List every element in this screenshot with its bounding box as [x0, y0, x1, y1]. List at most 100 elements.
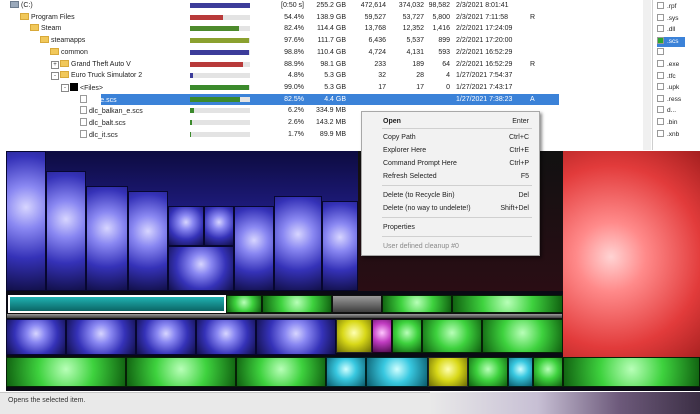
treemap-block[interactable] [168, 206, 204, 246]
tree-row[interactable]: steamapps 97.6% 111.7 GB 6,436 5,537 899 2/2/2… [6, 35, 640, 47]
menu-item-command-prompt-here[interactable]: Command Prompt Here Ctrl+P [362, 158, 539, 170]
tree-col-size: 114.4 GB [316, 25, 346, 33]
treemap-block[interactable] [452, 295, 563, 313]
extension-color-swatch-icon [657, 13, 664, 21]
folder-icon [60, 71, 69, 79]
treemap-block[interactable] [274, 196, 322, 291]
treemap-block[interactable] [236, 357, 326, 387]
tree-row[interactable]: + Grand Theft Auto V 88.9% 98.1 GB 233 189 64 2… [6, 59, 640, 71]
treemap-block[interactable] [6, 319, 66, 355]
treemap-block[interactable] [322, 201, 358, 291]
extension-item[interactable]: .tfc [657, 71, 676, 82]
treemap-block[interactable] [128, 191, 168, 291]
treemap-block[interactable] [482, 319, 563, 353]
treemap-block[interactable] [422, 319, 482, 353]
extension-list[interactable]: .rpf .sys .dll .scs .exe .tfc .upk .ress d... .bi… [652, 0, 700, 150]
treemap-block[interactable] [336, 319, 372, 353]
extension-color-swatch-icon [657, 94, 664, 102]
expand-icon[interactable]: + [51, 60, 59, 69]
treemap-block[interactable] [136, 319, 196, 355]
treemap-block[interactable] [332, 295, 382, 313]
tree-col-modified: 2/2/2021 16:52:29 [456, 60, 513, 68]
menu-item-open[interactable]: Open Enter [362, 116, 539, 128]
treemap-block[interactable] [326, 357, 366, 387]
tree-row[interactable]: dlc_balkan_e.scs 6.2% 334.9 MB [6, 105, 640, 117]
tree-scrollbar[interactable] [643, 0, 651, 150]
tree-row[interactable]: Steam 82.4% 114.4 GB 13,768 12,352 1,416 2/2/2… [6, 23, 640, 35]
treemap-block[interactable] [533, 357, 563, 387]
treemap-block[interactable] [46, 171, 86, 291]
extension-item[interactable] [657, 48, 667, 58]
extension-item[interactable]: .scs [657, 36, 685, 47]
extension-item[interactable]: .ress [657, 94, 682, 105]
folder-icon [30, 24, 39, 32]
treemap-block[interactable] [66, 319, 136, 355]
subtree-percentage-bar [190, 108, 250, 114]
tree-row[interactable]: dlc_balt.scs 2.6% 143.2 MB [6, 117, 640, 129]
treemap-block[interactable] [6, 151, 46, 291]
tree-row[interactable]: dlc_it.scs 1.7% 89.9 MB [6, 129, 640, 141]
treemap-block[interactable] [126, 357, 236, 387]
extension-item[interactable]: .rpf [657, 2, 676, 12]
treemap-block[interactable] [508, 357, 533, 387]
extension-item[interactable]: .bin [657, 118, 677, 128]
extension-label: .sys [667, 14, 679, 22]
treemap-block[interactable] [392, 319, 422, 353]
directory-tree-list[interactable]: (C:) [0:50 s] 255.2 GB 472,614 374,032 98,582… [6, 0, 640, 150]
treemap-block[interactable] [168, 246, 234, 291]
treemap-region-pink[interactable] [563, 151, 700, 386]
tree-col-percent: 1.7% [288, 130, 304, 138]
treemap-block[interactable] [382, 295, 452, 313]
treemap-block[interactable] [204, 206, 234, 246]
menu-item-label: Refresh Selected [383, 173, 437, 180]
treemap-block[interactable] [226, 295, 262, 313]
tree-row[interactable]: - <Files> 99.0% 5.3 GB 17 17 0 1/27/2021 7:43:1… [6, 82, 640, 94]
treemap-block[interactable] [6, 357, 126, 387]
collapse-icon[interactable]: - [51, 72, 59, 81]
menu-item-explorer-here[interactable]: Explorer Here Ctrl+E [362, 145, 539, 157]
extension-item[interactable]: d... [657, 106, 676, 116]
tree-row[interactable]: base.scs 82.5% 4.4 GB 1/27/2021 7:38:23 A [6, 93, 640, 106]
tree-row[interactable]: common 98.8% 110.4 GB 4,724 4,131 593 2/2/2021… [6, 47, 640, 59]
tree-col-percent: 99.0% [284, 83, 304, 91]
subtree-percentage-bar [190, 61, 250, 67]
treemap-block[interactable] [234, 206, 274, 291]
tree-col-size: 110.4 GB [316, 48, 346, 56]
menu-item-refresh-selected[interactable]: Refresh Selected F5 [362, 171, 539, 183]
menu-item-properties[interactable]: Properties [362, 222, 539, 234]
tree-row[interactable]: - Euro Truck Simulator 2 4.8% 5.3 GB 32 28 4 1/… [6, 70, 640, 82]
extension-label: .dll [667, 26, 676, 34]
treemap-block[interactable] [366, 357, 428, 387]
tree-item-name: steamapps [40, 36, 85, 46]
treemap-block[interactable] [86, 186, 128, 291]
extension-item[interactable]: .upk [657, 83, 679, 93]
tree-row[interactable]: (C:) [0:50 s] 255.2 GB 472,614 374,032 98,582… [6, 0, 640, 12]
treemap-view[interactable] [6, 151, 700, 391]
tree-col-subdirs: 899 [438, 37, 450, 45]
menu-item-delete-to-recycle-bin[interactable]: Delete (to Recycle Bin) Del [362, 190, 539, 202]
extension-item[interactable]: .dll [657, 25, 675, 35]
collapse-icon[interactable]: - [61, 83, 69, 92]
extension-item[interactable]: .xnb [657, 129, 679, 140]
extension-color-swatch-icon [657, 25, 664, 33]
treemap-block[interactable] [563, 357, 700, 387]
subtree-percentage-bar [190, 49, 250, 55]
tree-item-label: steamapps [51, 37, 86, 45]
treemap-block[interactable] [428, 357, 468, 387]
treemap-block[interactable] [262, 295, 332, 313]
treemap-block[interactable] [256, 319, 336, 355]
menu-item-delete-no-way-to-undelete[interactable]: Delete (no way to undelete!) Shift+Del [362, 203, 539, 215]
extension-label: .exe [667, 61, 680, 68]
menu-item-label: Delete (to Recycle Bin) [383, 192, 455, 199]
extension-label: .ress [667, 95, 682, 103]
treemap-selected-file[interactable] [8, 295, 226, 313]
menu-item-copy-path[interactable]: Copy Path Ctrl+C [362, 132, 539, 144]
treemap-block[interactable] [372, 319, 392, 353]
extension-item[interactable]: .sys [657, 13, 679, 24]
treemap-block[interactable] [468, 357, 508, 387]
menu-item-label: User defined cleanup #0 [383, 243, 459, 250]
tree-row[interactable]: Program Files 54.4% 138.9 GB 59,527 53,727 5,… [6, 12, 640, 24]
extension-item[interactable]: .exe [657, 60, 679, 70]
extension-color-swatch-icon [657, 129, 664, 137]
treemap-block[interactable] [196, 319, 256, 355]
